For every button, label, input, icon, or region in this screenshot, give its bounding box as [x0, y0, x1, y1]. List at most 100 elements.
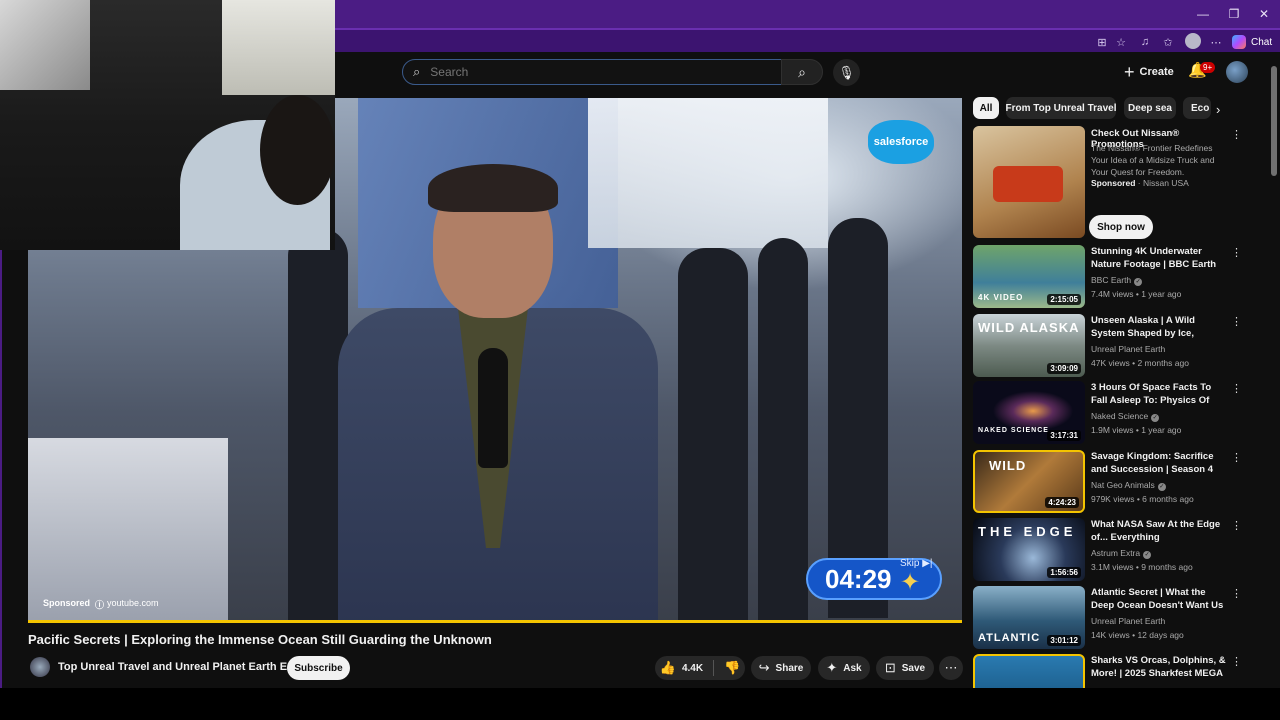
create-label: Create	[1139, 66, 1174, 78]
sparkle-icon: ✦	[826, 660, 838, 675]
related-video-item[interactable]: ATLANTIC 3:01:12 Atlantic Secret | What …	[973, 586, 1242, 650]
channel-name[interactable]: Naked Science ✓	[1091, 411, 1160, 422]
related-video-item[interactable]: Sharks VS Orcas, Dolphins, & More! | 202…	[973, 654, 1241, 688]
extensions-icon[interactable]: ♫	[1137, 34, 1153, 50]
video-title: Pacific Secrets | Exploring the Immense …	[28, 632, 492, 647]
like-count[interactable]: 4.4K	[682, 663, 703, 674]
sponsored-label: Sponsored	[43, 598, 91, 608]
like-icon[interactable]: 👍	[660, 660, 676, 676]
more-vert-icon[interactable]: ⋮	[1231, 315, 1242, 328]
video-title[interactable]: Sharks VS Orcas, Dolphins, & More! | 202…	[1091, 654, 1229, 681]
chip-all[interactable]: All	[973, 97, 999, 119]
related-video-item[interactable]: WILD 4:24:23 Savage Kingdom: Sacrifice a…	[973, 450, 1242, 514]
video-thumbnail[interactable]: NAKED SCIENCE 3:17:31	[973, 381, 1085, 444]
minimize-button[interactable]: —	[1188, 4, 1218, 24]
presenter-hair	[428, 164, 558, 212]
video-meta: 47K views • 2 months ago	[1091, 358, 1189, 368]
favorites-icon[interactable]: ✩	[1160, 34, 1176, 50]
more-vert-icon[interactable]: ⋮	[1231, 587, 1242, 600]
advertiser-name: Nissan USA	[1142, 178, 1189, 188]
video-title[interactable]: Unseen Alaska | A Wild System Shaped by …	[1091, 314, 1229, 341]
ask-button[interactable]: ✦ Ask	[818, 656, 870, 680]
copilot-chat-button[interactable]: Chat	[1232, 33, 1272, 51]
verified-icon: ✓	[1134, 278, 1143, 286]
video-duration: 1:56:56	[1047, 567, 1081, 578]
plus-icon: +	[1124, 61, 1135, 82]
sponsored-ad-card[interactable]: Check Out Nissan® Promotions The Nissan®…	[973, 126, 1242, 239]
chat-label: Chat	[1251, 36, 1273, 48]
webcam-person-head	[260, 95, 335, 205]
shop-now-button[interactable]: Shop now	[1089, 215, 1153, 239]
channel-name[interactable]: Nat Geo Animals ✓	[1091, 480, 1166, 491]
info-icon[interactable]: ⓘ	[95, 598, 104, 611]
sponsored-indicator: Sponsored ⓘ	[43, 598, 104, 611]
channel-avatar[interactable]	[30, 657, 50, 677]
video-crowd-figure	[758, 238, 808, 622]
chip-from-channel[interactable]: From Top Unreal Travel	[1006, 97, 1116, 119]
video-thumbnail[interactable]: THE EDGE 1:56:56	[973, 518, 1085, 581]
related-video-item[interactable]: 4K VIDEO 2:15:05 Stunning 4K Underwater …	[973, 245, 1242, 309]
video-progress-bar[interactable]	[28, 620, 962, 623]
user-avatar[interactable]	[1226, 61, 1248, 83]
video-booth-table	[28, 438, 228, 622]
sponsored-label: Sponsored	[1091, 178, 1136, 188]
more-actions-button[interactable]: ⋯	[939, 656, 963, 680]
channel-label: Nat Geo Animals	[1091, 480, 1155, 490]
favorite-star-icon[interactable]: ☆	[1113, 34, 1129, 50]
search-button[interactable]: ⌕	[781, 59, 823, 85]
video-title[interactable]: Atlantic Secret | What the Deep Ocean Do…	[1091, 586, 1229, 613]
more-vert-icon[interactable]: ⋮	[1231, 382, 1242, 395]
video-title[interactable]: Savage Kingdom: Sacrifice and Succession…	[1091, 450, 1229, 477]
video-duration: 3:01:12	[1047, 635, 1081, 646]
search-box[interactable]: ⌕	[402, 59, 782, 85]
video-title[interactable]: What NASA Saw At the Edge of... Everythi…	[1091, 518, 1229, 544]
dislike-icon[interactable]: 👎	[724, 660, 740, 676]
channel-name[interactable]: Top Unreal Travel and Unreal Planet Eart…	[58, 661, 294, 673]
more-vert-icon[interactable]: ⋮	[1231, 246, 1242, 259]
share-button[interactable]: ↪ Share	[751, 656, 811, 680]
video-thumbnail[interactable]	[973, 654, 1085, 688]
scrollbar-thumb[interactable]	[1271, 66, 1277, 176]
chip-deep-sea[interactable]: Deep sea	[1124, 97, 1176, 119]
create-button[interactable]: + Create	[1116, 60, 1182, 84]
channel-name[interactable]: Unreal Planet Earth	[1091, 616, 1165, 626]
more-vert-icon[interactable]: ⋮	[1231, 655, 1241, 668]
verified-icon: ✓	[1151, 414, 1160, 422]
search-input[interactable]	[430, 65, 751, 79]
browser-profile-avatar[interactable]	[1185, 33, 1201, 49]
related-video-item[interactable]: THE EDGE 1:56:56 What NASA Saw At the Ed…	[973, 518, 1242, 582]
search-icon: ⌕	[413, 64, 421, 79]
restore-button[interactable]: ❐	[1219, 4, 1249, 24]
ad-description: The Nissan® Frontier Redefines Your Idea…	[1091, 143, 1215, 177]
copilot-icon	[1232, 35, 1246, 49]
subscribe-button[interactable]: Subscribe	[287, 656, 350, 680]
more-vert-icon[interactable]: ⋮	[1231, 128, 1242, 141]
ad-domain-link[interactable]: youtube.com	[107, 598, 159, 608]
video-duration: 4:24:23	[1045, 497, 1079, 508]
video-thumbnail[interactable]: WILD ALASKA 3:09:09	[973, 314, 1085, 377]
related-video-item[interactable]: WILD ALASKA 3:09:09 Unseen Alaska | A Wi…	[973, 314, 1242, 378]
video-thumbnail[interactable]: ATLANTIC 3:01:12	[973, 586, 1085, 649]
video-title[interactable]: Stunning 4K Underwater Nature Footage | …	[1091, 245, 1229, 271]
video-title[interactable]: 3 Hours Of Space Facts To Fall Asleep To…	[1091, 381, 1229, 408]
channel-name[interactable]: Unreal Planet Earth	[1091, 344, 1165, 354]
more-menu-icon[interactable]: ⋯	[1208, 34, 1224, 50]
related-video-item[interactable]: NAKED SCIENCE 3:17:31 3 Hours Of Space F…	[973, 381, 1242, 445]
save-button[interactable]: ⊡ Save	[876, 656, 934, 680]
close-button[interactable]: ✕	[1249, 4, 1279, 24]
video-thumbnail[interactable]: 4K VIDEO 2:15:05	[973, 245, 1085, 308]
more-vert-icon[interactable]: ⋮	[1231, 519, 1242, 532]
ad-thumbnail[interactable]	[973, 126, 1085, 238]
more-vert-icon[interactable]: ⋮	[1231, 451, 1242, 464]
search-icon: ⌕	[798, 63, 806, 80]
channel-name[interactable]: BBC Earth ✓	[1091, 275, 1143, 286]
chip-eco[interactable]: Eco	[1183, 97, 1211, 119]
video-thumbnail[interactable]: WILD 4:24:23	[973, 450, 1085, 513]
channel-name[interactable]: Astrum Extra ✓	[1091, 548, 1152, 559]
video-duration: 3:17:31	[1047, 430, 1081, 441]
ad-sponsor-line: Sponsored · Nissan USA	[1091, 178, 1189, 188]
voice-search-button[interactable]: 🎙	[833, 59, 860, 86]
chevron-right-icon[interactable]: ›	[1216, 102, 1220, 117]
salesforce-logo: salesforce	[868, 120, 934, 164]
app-available-icon[interactable]: ⊞	[1094, 34, 1110, 50]
